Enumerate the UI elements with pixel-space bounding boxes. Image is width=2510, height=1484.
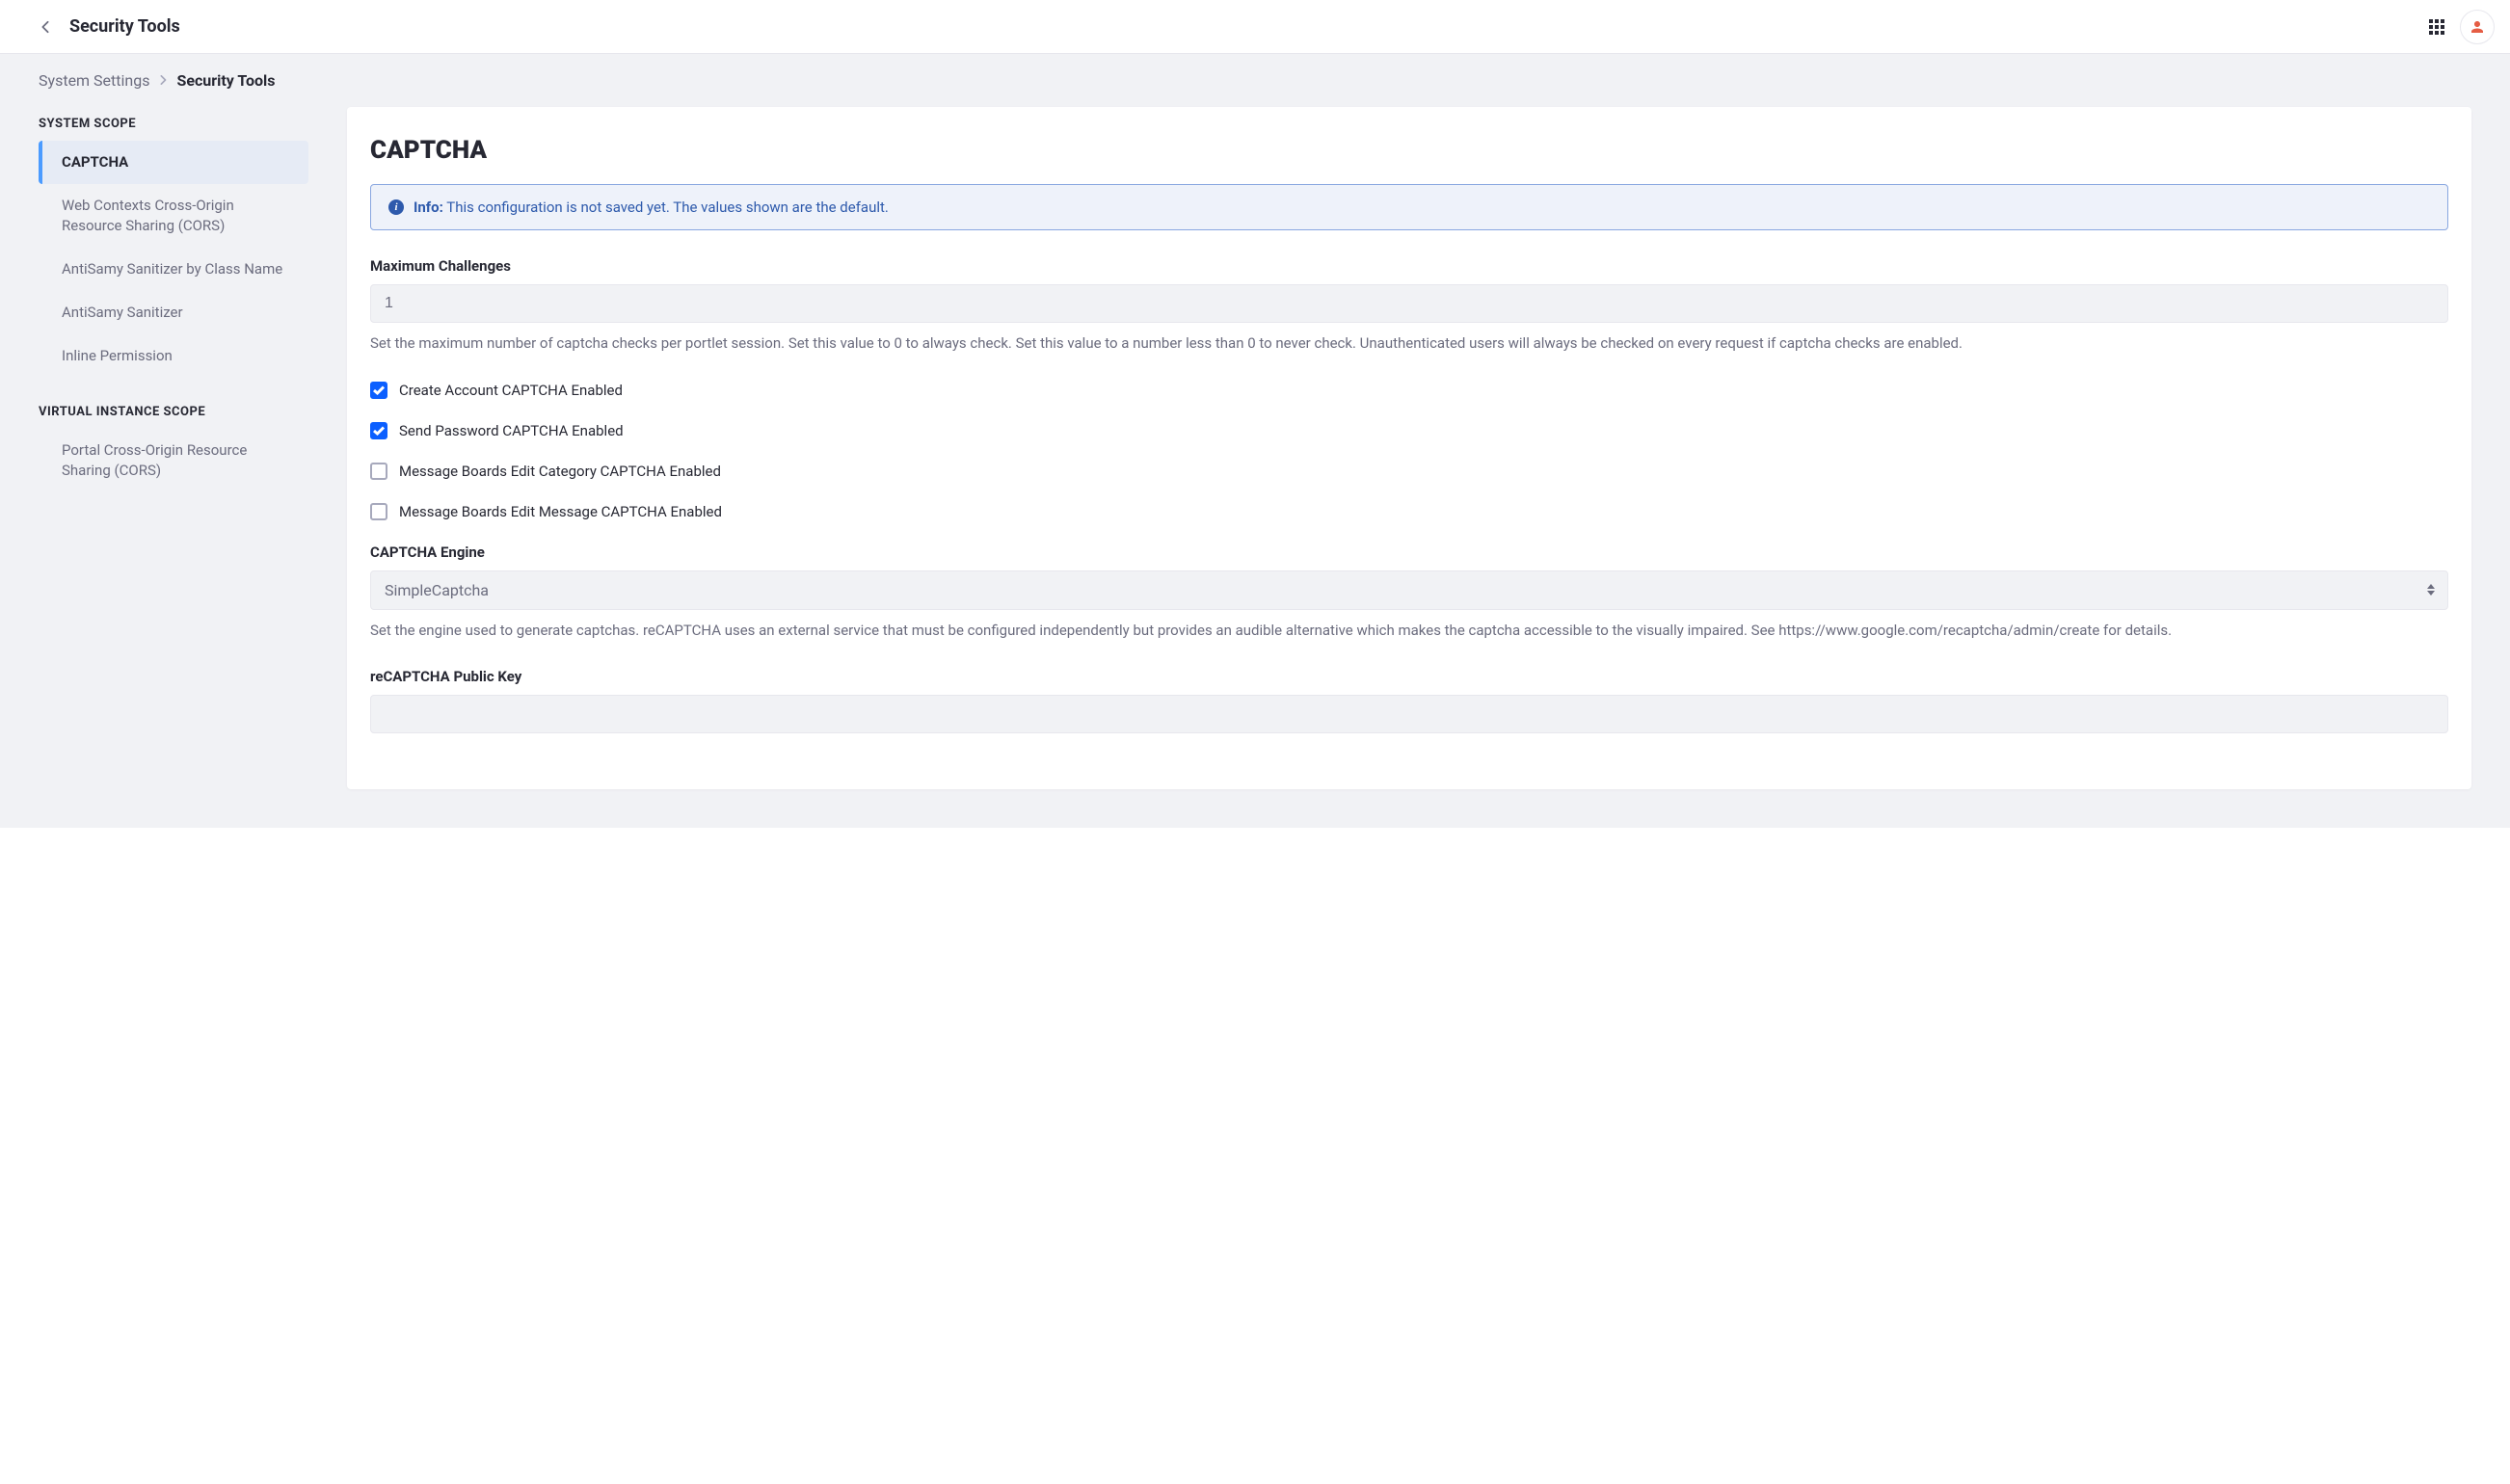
checkbox-group: Create Account CAPTCHA Enabled Send Pass… bbox=[370, 382, 2448, 520]
checkbox-icon[interactable] bbox=[370, 463, 387, 480]
breadcrumb: System Settings Security Tools bbox=[0, 54, 2510, 107]
user-avatar[interactable] bbox=[2460, 10, 2495, 44]
main-title: CAPTCHA bbox=[370, 136, 2448, 165]
checkbox-label[interactable]: Create Account CAPTCHA Enabled bbox=[399, 382, 623, 399]
checkbox-send-password[interactable]: Send Password CAPTCHA Enabled bbox=[370, 422, 2448, 439]
chevron-right-icon bbox=[159, 73, 167, 89]
checkbox-label[interactable]: Send Password CAPTCHA Enabled bbox=[399, 422, 624, 439]
field-captcha-engine: CAPTCHA Engine SimpleCaptcha Set the eng… bbox=[370, 543, 2448, 642]
engine-label: CAPTCHA Engine bbox=[370, 543, 2448, 561]
max-challenges-input[interactable] bbox=[370, 284, 2448, 323]
main-panel: CAPTCHA i Info: This configuration is no… bbox=[347, 107, 2471, 789]
breadcrumb-current: Security Tools bbox=[176, 71, 275, 90]
alert-text: This configuration is not saved yet. The… bbox=[446, 199, 889, 216]
engine-help: Set the engine used to generate captchas… bbox=[370, 620, 2448, 642]
sidebar-group-title: SYSTEM SCOPE bbox=[39, 107, 308, 141]
checkbox-icon[interactable] bbox=[370, 422, 387, 439]
checkbox-label[interactable]: Message Boards Edit Category CAPTCHA Ena… bbox=[399, 463, 721, 480]
content-wrap: SYSTEM SCOPE CAPTCHA Web Contexts Cross-… bbox=[0, 107, 2510, 828]
sidebar-item-inline-permission[interactable]: Inline Permission bbox=[39, 334, 308, 378]
header-right bbox=[2429, 10, 2495, 44]
checkbox-mb-edit-category[interactable]: Message Boards Edit Category CAPTCHA Ena… bbox=[370, 463, 2448, 480]
checkbox-mb-edit-message[interactable]: Message Boards Edit Message CAPTCHA Enab… bbox=[370, 503, 2448, 520]
max-challenges-help: Set the maximum number of captcha checks… bbox=[370, 332, 2448, 355]
sidebar-item-antisamy-class[interactable]: AntiSamy Sanitizer by Class Name bbox=[39, 248, 308, 291]
info-icon: i bbox=[388, 199, 404, 215]
checkbox-label[interactable]: Message Boards Edit Message CAPTCHA Enab… bbox=[399, 503, 722, 520]
sidebar-item-portal-cors[interactable]: Portal Cross-Origin Resource Sharing (CO… bbox=[39, 429, 308, 492]
recaptcha-public-input[interactable] bbox=[370, 695, 2448, 733]
engine-select[interactable]: SimpleCaptcha bbox=[370, 570, 2448, 610]
recaptcha-public-label: reCAPTCHA Public Key bbox=[370, 668, 2448, 685]
max-challenges-label: Maximum Challenges bbox=[370, 257, 2448, 275]
checkbox-icon[interactable] bbox=[370, 503, 387, 520]
sidebar: SYSTEM SCOPE CAPTCHA Web Contexts Cross-… bbox=[39, 107, 308, 789]
sidebar-group-virtual-instance: VIRTUAL INSTANCE SCOPE Portal Cross-Orig… bbox=[39, 395, 308, 492]
sidebar-item-captcha[interactable]: CAPTCHA bbox=[39, 141, 308, 184]
page-title: Security Tools bbox=[69, 16, 180, 37]
breadcrumb-parent[interactable]: System Settings bbox=[39, 71, 149, 90]
engine-select-wrap: SimpleCaptcha bbox=[370, 570, 2448, 610]
info-alert: i Info: This configuration is not saved … bbox=[370, 184, 2448, 230]
sidebar-group-system-scope: SYSTEM SCOPE CAPTCHA Web Contexts Cross-… bbox=[39, 107, 308, 378]
sidebar-group-title: VIRTUAL INSTANCE SCOPE bbox=[39, 395, 308, 429]
sidebar-item-antisamy[interactable]: AntiSamy Sanitizer bbox=[39, 291, 308, 334]
field-recaptcha-public: reCAPTCHA Public Key bbox=[370, 668, 2448, 733]
below-header: System Settings Security Tools SYSTEM SC… bbox=[0, 54, 2510, 828]
back-icon[interactable] bbox=[39, 20, 52, 34]
checkbox-create-account[interactable]: Create Account CAPTCHA Enabled bbox=[370, 382, 2448, 399]
alert-label: Info: bbox=[414, 199, 443, 216]
field-max-challenges: Maximum Challenges Set the maximum numbe… bbox=[370, 257, 2448, 355]
checkbox-icon[interactable] bbox=[370, 382, 387, 399]
apps-grid-icon[interactable] bbox=[2429, 19, 2444, 35]
header-left: Security Tools bbox=[39, 16, 180, 37]
header: Security Tools bbox=[0, 0, 2510, 54]
sidebar-item-cors[interactable]: Web Contexts Cross-Origin Resource Shari… bbox=[39, 184, 308, 248]
